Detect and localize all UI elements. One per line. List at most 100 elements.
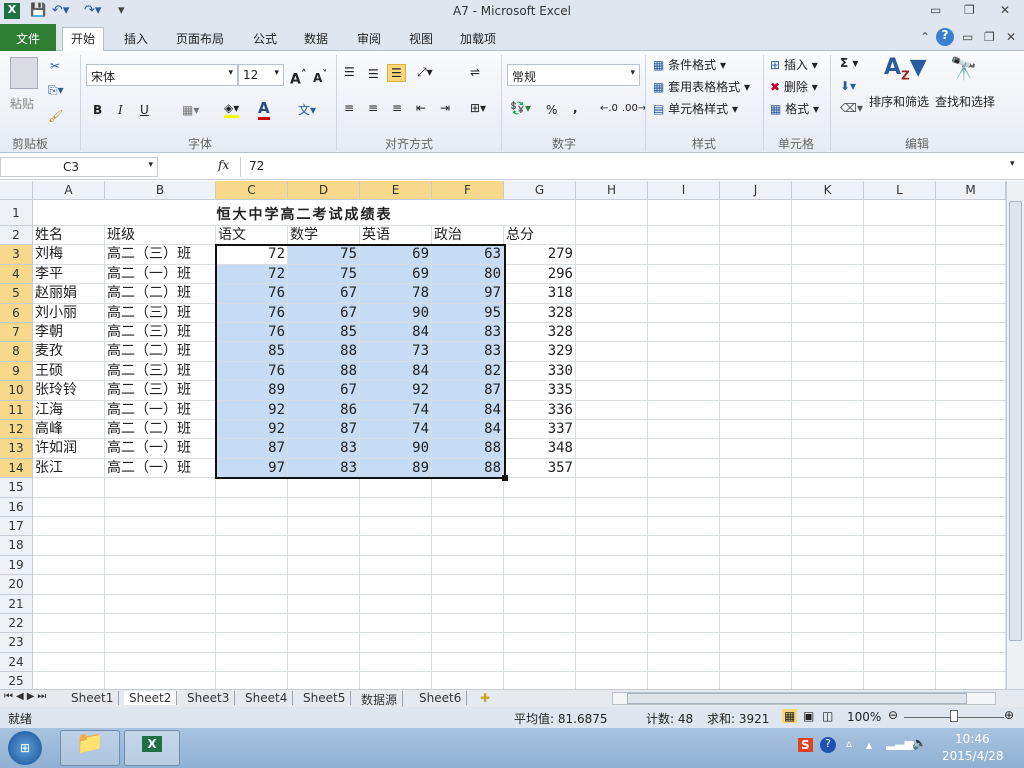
cell-M7[interactable] <box>936 323 1006 343</box>
cell-G17[interactable] <box>504 517 576 537</box>
cell-L21[interactable] <box>864 594 936 614</box>
row-header-23[interactable]: 23 <box>0 633 33 653</box>
cell-L9[interactable] <box>864 361 936 382</box>
format-as-table-button[interactable]: ▦ 套用表格格式 ▾ <box>653 78 750 95</box>
cell-J10[interactable] <box>720 381 792 401</box>
cell-G22[interactable] <box>504 614 576 634</box>
cell-J17[interactable] <box>720 517 792 537</box>
cell-D11[interactable]: 86 <box>288 400 360 420</box>
cell-L12[interactable] <box>864 420 936 440</box>
column-header-L[interactable]: L <box>864 181 936 200</box>
cell-G13[interactable]: 348 <box>504 439 576 459</box>
cell-E12[interactable]: 74 <box>360 420 432 440</box>
copy-icon[interactable]: ⎘▾ <box>48 83 64 98</box>
cell-C3[interactable]: 72 <box>216 245 288 265</box>
cell-F2[interactable]: 政治 <box>432 226 504 246</box>
cell-I15[interactable] <box>648 478 720 498</box>
cell-L22[interactable] <box>864 614 936 634</box>
cell-H7[interactable] <box>576 323 648 343</box>
tab-data[interactable]: 数据 <box>296 28 336 49</box>
cell-D3[interactable]: 75 <box>288 245 360 265</box>
cell-A1[interactable] <box>33 200 105 226</box>
cell-K17[interactable] <box>792 517 864 537</box>
cell-C2[interactable]: 语文 <box>216 226 288 246</box>
cell-C22[interactable] <box>216 614 288 634</box>
cell-K6[interactable] <box>792 303 864 323</box>
cell-E6[interactable]: 90 <box>360 303 432 323</box>
cell-D17[interactable] <box>288 517 360 537</box>
row-header-8[interactable]: 8 <box>0 342 33 362</box>
cell-J1[interactable] <box>720 200 792 226</box>
cell-E7[interactable]: 84 <box>360 323 432 343</box>
cell-I13[interactable] <box>648 439 720 459</box>
cell-D19[interactable] <box>288 555 360 576</box>
wb-minimize-icon[interactable]: ▭ <box>962 30 973 44</box>
cell-B15[interactable] <box>105 478 216 498</box>
row-header-12[interactable]: 12 <box>0 420 33 440</box>
cell-I22[interactable] <box>648 614 720 634</box>
cell-K5[interactable] <box>792 284 864 304</box>
cell-I2[interactable] <box>648 226 720 246</box>
cell-I17[interactable] <box>648 517 720 537</box>
cell-G11[interactable]: 336 <box>504 400 576 420</box>
column-header-C[interactable]: C <box>216 181 288 200</box>
row-header-22[interactable]: 22 <box>0 614 33 634</box>
network-icon[interactable]: ▂▃▅ <box>886 736 914 750</box>
cell-E18[interactable] <box>360 536 432 556</box>
cell-A6[interactable]: 刘小丽 <box>33 303 105 323</box>
cell-B5[interactable]: 高二（二）班 <box>105 284 216 304</box>
cell-M16[interactable] <box>936 497 1006 517</box>
cell-G2[interactable]: 总分 <box>504 226 576 246</box>
cell-B10[interactable]: 高二（三）班 <box>105 381 216 401</box>
cell-C12[interactable]: 92 <box>216 420 288 440</box>
cell-D2[interactable]: 数学 <box>288 226 360 246</box>
cell-A10[interactable]: 张玲铃 <box>33 381 105 401</box>
cell-K22[interactable] <box>792 614 864 634</box>
cell-A16[interactable] <box>33 497 105 517</box>
cell-E19[interactable] <box>360 555 432 576</box>
cell-M4[interactable] <box>936 264 1006 285</box>
cell-E8[interactable]: 73 <box>360 342 432 362</box>
cell-L14[interactable] <box>864 458 936 479</box>
cell-F18[interactable] <box>432 536 504 556</box>
cell-J18[interactable] <box>720 536 792 556</box>
cell-J23[interactable] <box>720 633 792 653</box>
cell-D22[interactable] <box>288 614 360 634</box>
cell-I14[interactable] <box>648 458 720 479</box>
cell-M14[interactable] <box>936 458 1006 479</box>
row-header-11[interactable]: 11 <box>0 400 33 420</box>
cell-K1[interactable] <box>792 200 864 226</box>
cell-J3[interactable] <box>720 245 792 265</box>
cell-H21[interactable] <box>576 594 648 614</box>
cell-L16[interactable] <box>864 497 936 517</box>
cell-G20[interactable] <box>504 575 576 595</box>
cell-C15[interactable] <box>216 478 288 498</box>
cell-D10[interactable]: 67 <box>288 381 360 401</box>
cell-H12[interactable] <box>576 420 648 440</box>
cell-H22[interactable] <box>576 614 648 634</box>
cell-F15[interactable] <box>432 478 504 498</box>
cell-A13[interactable]: 许如润 <box>33 439 105 459</box>
cell-A22[interactable] <box>33 614 105 634</box>
cell-styles-button[interactable]: ▤ 单元格样式 ▾ <box>653 100 738 117</box>
cell-F24[interactable] <box>432 652 504 673</box>
tab-page-layout[interactable]: 页面布局 <box>168 28 232 49</box>
cell-D23[interactable] <box>288 633 360 653</box>
cell-L20[interactable] <box>864 575 936 595</box>
clear-icon[interactable]: ⌫▾ <box>840 101 863 115</box>
cell-C13[interactable]: 87 <box>216 439 288 459</box>
cell-H18[interactable] <box>576 536 648 556</box>
cell-A8[interactable]: 麦孜 <box>33 342 105 362</box>
cell-D24[interactable] <box>288 652 360 673</box>
cell-C14[interactable]: 97 <box>216 458 288 479</box>
cell-G15[interactable] <box>504 478 576 498</box>
cell-L3[interactable] <box>864 245 936 265</box>
cell-K23[interactable] <box>792 633 864 653</box>
cell-I24[interactable] <box>648 652 720 673</box>
tab-review[interactable]: 审阅 <box>349 28 389 49</box>
cell-A18[interactable] <box>33 536 105 556</box>
horizontal-scrollbar[interactable] <box>612 692 996 705</box>
phonetic-icon[interactable]: 文▾ <box>298 101 316 118</box>
cell-F17[interactable] <box>432 517 504 537</box>
cell-K2[interactable] <box>792 226 864 246</box>
